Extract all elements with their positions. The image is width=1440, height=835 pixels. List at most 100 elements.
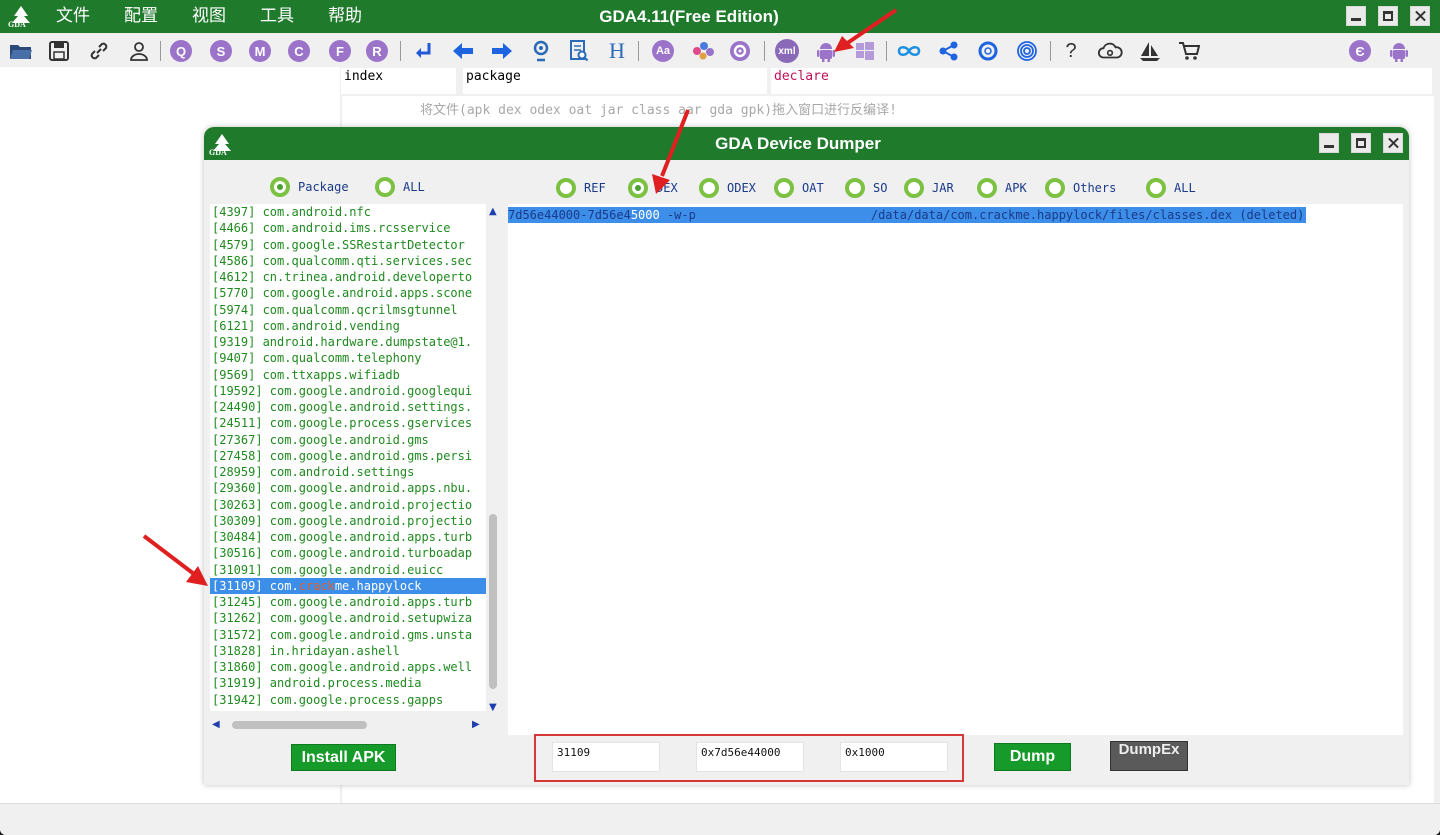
maximize-button[interactable] [1378, 6, 1398, 26]
process-item[interactable]: [6121] com.android.vending [210, 318, 486, 334]
menu-config[interactable]: 配置 [124, 0, 158, 33]
location-pin-icon[interactable] [528, 38, 554, 64]
process-item[interactable]: [27458] com.google.android.gms.persi [210, 448, 486, 464]
resources-r-icon[interactable]: R [364, 38, 390, 64]
memory-region-row-selected[interactable]: 7d56e44000-7d56e45000 -w-p/data/data/com… [508, 207, 1307, 223]
dialog-maximize-button[interactable] [1351, 133, 1371, 153]
scroll-left-arrow-icon[interactable]: ◀ [212, 719, 220, 730]
strings-s-icon[interactable]: S [208, 38, 234, 64]
process-item[interactable]: [31262] com.google.android.setupwiza [210, 610, 486, 626]
return-icon[interactable] [411, 38, 437, 64]
cart-icon[interactable] [1176, 38, 1202, 64]
process-item[interactable]: [24511] com.google.process.gservices [210, 415, 486, 431]
radio-package[interactable]: Package [270, 177, 349, 197]
process-item[interactable]: [9569] com.ttxapps.wifiadb [210, 367, 486, 383]
process-item[interactable]: [5974] com.qualcomm.qcrilmsgtunnel [210, 302, 486, 318]
back-arrow-icon[interactable] [450, 38, 476, 64]
close-button[interactable] [1410, 6, 1430, 26]
install-apk-button[interactable]: Install APK [291, 744, 396, 771]
process-item[interactable]: [19592] com.google.android.googlequi [210, 383, 486, 399]
menu-view[interactable]: 视图 [192, 0, 226, 33]
process-item[interactable]: [9319] android.hardware.dumpstate@1. [210, 334, 486, 350]
fields-f-icon[interactable]: F [327, 38, 353, 64]
radio-all-processes[interactable]: ALL [375, 177, 425, 197]
process-item[interactable]: [31091] com.google.android.euicc [210, 562, 486, 578]
header-index[interactable]: index [341, 68, 456, 94]
process-item[interactable]: [31942] com.google.process.gapps [210, 692, 486, 708]
menu-tools[interactable]: 工具 [260, 0, 294, 33]
process-item[interactable]: [4397] com.android.nfc [210, 204, 486, 220]
process-item[interactable]: [31860] com.google.android.apps.well [210, 659, 486, 675]
scroll-thumb[interactable] [232, 721, 367, 729]
process-item[interactable]: [30484] com.google.android.apps.turb [210, 529, 486, 545]
process-item[interactable]: [24490] com.google.android.settings. [210, 399, 486, 415]
help-icon[interactable]: ? [1058, 38, 1084, 64]
hex-h-icon[interactable]: H [604, 38, 630, 64]
dialog-minimize-button[interactable] [1319, 133, 1339, 153]
header-package[interactable]: package [463, 68, 767, 94]
settings-gear-icon[interactable] [727, 38, 753, 64]
android-icon[interactable] [1386, 38, 1412, 64]
radio-so[interactable]: SO [845, 178, 887, 198]
process-item[interactable]: [28959] com.android.settings [210, 464, 486, 480]
process-item[interactable]: [31245] com.google.android.apps.turb [210, 594, 486, 610]
process-item[interactable]: [9407] com.qualcomm.telephony [210, 350, 486, 366]
user-refresh-icon[interactable] [126, 38, 152, 64]
sailboat-icon[interactable] [1137, 38, 1163, 64]
process-item[interactable]: [27367] com.google.android.gms [210, 432, 486, 448]
search-q-icon[interactable]: Q [168, 38, 194, 64]
radio-odex[interactable]: ODEX [699, 178, 756, 198]
ring-icon[interactable] [975, 38, 1001, 64]
classes-c-icon[interactable]: C [286, 38, 312, 64]
radio-ref[interactable]: REF [556, 178, 606, 198]
scroll-down-arrow-icon[interactable]: ▼ [489, 702, 497, 713]
methods-m-icon[interactable]: M [247, 38, 273, 64]
process-item-selected[interactable]: [31109] com.crackme.happylock [210, 577, 486, 594]
link-icon[interactable] [86, 38, 112, 64]
radio-oat[interactable]: OAT [774, 178, 824, 198]
process-item[interactable]: [5770] com.google.android.apps.scone [210, 285, 486, 301]
radio-oat-label: OAT [802, 181, 824, 195]
search-document-icon[interactable] [566, 38, 592, 64]
process-item[interactable]: [30309] com.google.android.projectio [210, 513, 486, 529]
process-item[interactable]: [31828] in.hridayan.ashell [210, 643, 486, 659]
dialog-close-button[interactable] [1383, 133, 1403, 153]
process-item[interactable]: [31919] android.process.media [210, 675, 486, 691]
minimize-button[interactable] [1346, 6, 1366, 26]
process-item[interactable]: [4466] com.android.ims.rcsservice [210, 220, 486, 236]
process-item[interactable]: [4579] com.google.SSRestartDetector [210, 237, 486, 253]
cloud-icon[interactable] [1097, 38, 1123, 64]
process-list[interactable]: [4397] com.android.nfc [4466] com.androi… [210, 204, 486, 711]
scroll-thumb[interactable] [489, 514, 497, 689]
forward-arrow-icon[interactable] [489, 38, 515, 64]
memory-region-list[interactable]: 7d56e44000-7d56e45000 -w-p/data/data/com… [508, 204, 1403, 735]
epsilon-icon[interactable]: Є [1347, 38, 1373, 64]
radio-jar[interactable]: JAR [904, 178, 954, 198]
scroll-right-arrow-icon[interactable]: ▶ [472, 719, 480, 730]
save-icon[interactable] [46, 38, 72, 64]
open-folder-icon[interactable] [8, 38, 34, 64]
menu-help[interactable]: 帮助 [328, 0, 362, 33]
font-aa-icon[interactable]: Aa [650, 38, 676, 64]
palette-icon[interactable] [690, 38, 716, 64]
process-item[interactable]: [4586] com.qualcomm.qti.services.sec [210, 253, 486, 269]
process-list-horizontal-scrollbar[interactable]: ◀ ▶ [210, 717, 486, 733]
dumpex-button[interactable]: DumpEx [1110, 741, 1188, 771]
process-item[interactable]: [4612] cn.trinea.android.developerto [210, 269, 486, 285]
radio-apk[interactable]: APK [977, 178, 1027, 198]
radio-others[interactable]: Others [1045, 178, 1116, 198]
dump-button[interactable]: Dump [994, 743, 1071, 771]
radio-unchecked-icon [774, 178, 794, 198]
process-item[interactable]: [31572] com.google.android.gms.unsta [210, 627, 486, 643]
graph-nodes-icon[interactable] [936, 38, 962, 64]
process-item[interactable]: [30263] com.google.android.projectio [210, 497, 486, 513]
fingerprint-icon[interactable] [1014, 38, 1040, 64]
header-declare[interactable]: declare [771, 68, 1432, 94]
xml-icon[interactable]: xml [774, 38, 800, 64]
menu-file[interactable]: 文件 [56, 0, 90, 33]
scroll-up-arrow-icon[interactable]: ▲ [489, 206, 497, 217]
process-item[interactable]: [29360] com.google.android.apps.nbu. [210, 480, 486, 496]
process-list-vertical-scrollbar[interactable]: ▲ ▼ [486, 204, 502, 718]
radio-all-types[interactable]: ALL [1146, 178, 1196, 198]
process-item[interactable]: [30516] com.google.android.turboadap [210, 545, 486, 561]
